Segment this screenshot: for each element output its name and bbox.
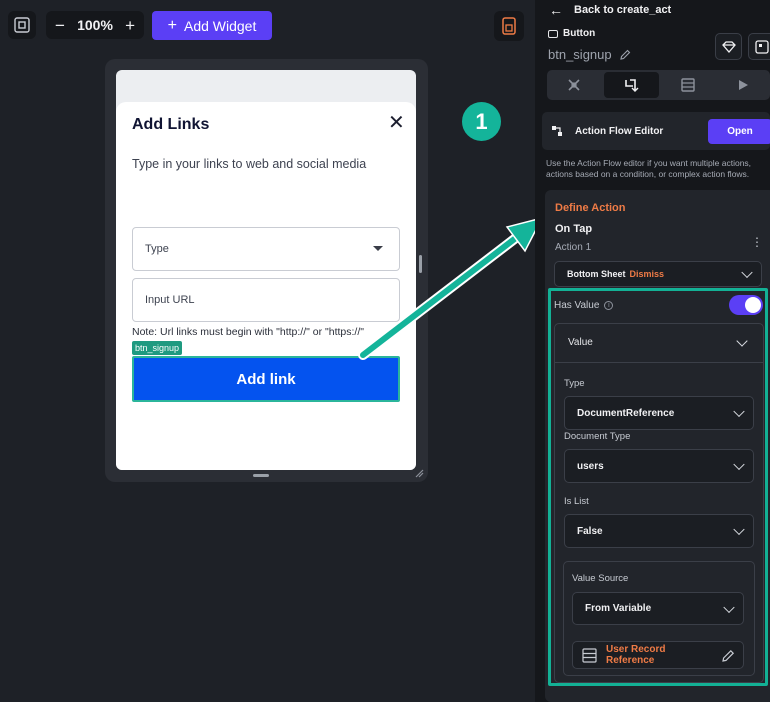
zoom-out-button[interactable]: −: [55, 17, 65, 34]
device-preview-icon[interactable]: [494, 11, 524, 41]
tab-run[interactable]: [715, 70, 770, 100]
annotation-number: 1: [462, 102, 501, 141]
zoom-control: − 100% +: [46, 11, 144, 39]
selected-widget-tag: btn_signup: [132, 341, 183, 355]
action-subtype: Dismiss: [629, 269, 665, 279]
device-screen: Add Links ✕ Type in your links to web an…: [116, 70, 416, 470]
edit-icon[interactable]: [619, 49, 631, 60]
action-flow-editor-row: Action Flow Editor Open: [542, 112, 770, 150]
component-type-label: Button: [563, 28, 596, 39]
add-widget-button[interactable]: + Add Widget: [152, 11, 272, 40]
component-name: btn_signup: [548, 47, 631, 62]
highlight-box: [548, 288, 768, 686]
actions-icon: [625, 79, 639, 92]
more-options-icon[interactable]: ⋮: [751, 236, 763, 248]
corner-resize-icon[interactable]: [414, 468, 424, 478]
widget-tree-icon[interactable]: [8, 11, 36, 39]
zoom-in-button[interactable]: +: [125, 17, 135, 34]
action-flow-icon: [552, 126, 562, 136]
type-placeholder: Type: [145, 243, 169, 255]
back-arrow-icon: ←: [549, 2, 563, 18]
sheet-title: Add Links: [132, 116, 210, 133]
back-label: Back to create_act: [574, 4, 672, 16]
panel-tabs: [547, 70, 770, 100]
open-button[interactable]: Open: [708, 119, 770, 144]
url-input[interactable]: Input URL: [132, 278, 400, 322]
url-note: Note: Url links must begin with "http://…: [132, 326, 364, 338]
run-icon: [738, 80, 748, 90]
plus-icon: +: [167, 16, 177, 34]
diamond-icon[interactable]: [715, 33, 742, 60]
button-type-icon: [548, 29, 558, 38]
tab-properties[interactable]: [547, 70, 602, 100]
backend-query-icon: [681, 78, 695, 92]
tab-actions[interactable]: [603, 72, 659, 98]
tab-backend-query[interactable]: [661, 70, 716, 100]
close-icon[interactable]: ✕: [388, 113, 405, 133]
bottom-sheet: Add Links ✕ Type in your links to web an…: [116, 102, 416, 470]
resize-handle[interactable]: [419, 255, 422, 273]
type-dropdown[interactable]: Type: [132, 227, 400, 271]
bottom-resize-handle[interactable]: [253, 474, 269, 477]
define-action-title: Define Action: [555, 202, 626, 214]
add-widget-label: Add Widget: [183, 17, 257, 34]
url-placeholder: Input URL: [145, 294, 195, 306]
add-link-button[interactable]: Add link: [132, 356, 400, 402]
properties-icon: [568, 79, 580, 91]
component-icon[interactable]: [748, 33, 770, 60]
action-flow-editor-label: Action Flow Editor: [575, 125, 664, 137]
action-label: Action 1: [555, 242, 592, 253]
action-type: Bottom Sheet: [567, 269, 626, 279]
back-button[interactable]: ← Back to create_act: [549, 2, 671, 18]
help-text: Use the Action Flow editor if you want m…: [546, 158, 752, 179]
zoom-level: 100%: [77, 17, 113, 33]
component-name-label: btn_signup: [548, 47, 612, 62]
component-type: Button: [548, 28, 595, 39]
action-type-select[interactable]: Bottom Sheet Dismiss: [554, 261, 762, 287]
trigger-label: On Tap: [555, 223, 593, 235]
chevron-down-icon: [741, 266, 753, 279]
dropdown-caret-icon: [373, 246, 383, 251]
sheet-subtitle: Type in your links to web and social med…: [132, 157, 367, 171]
